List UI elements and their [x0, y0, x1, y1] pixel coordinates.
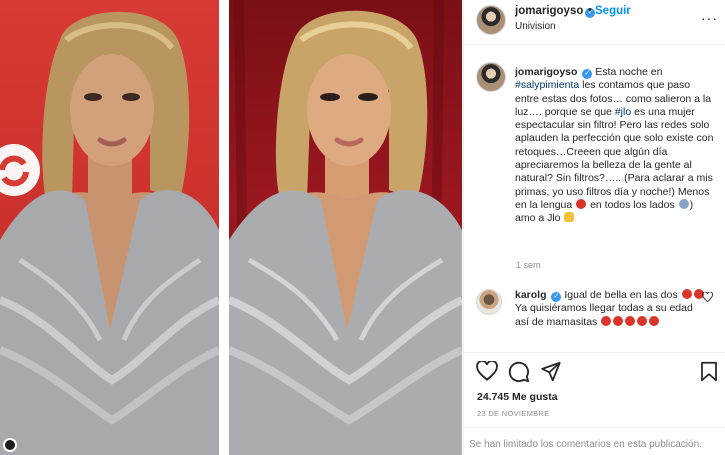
- caption-text: en todos los lados: [590, 198, 675, 211]
- comments-limited-text: Se han limitado los comentarios en esta …: [469, 439, 702, 450]
- verified-badge-icon: ✓: [551, 292, 562, 302]
- like-heart-icon[interactable]: [476, 361, 498, 381]
- commenter-avatar[interactable]: [476, 289, 502, 315]
- photo-before-illustration: [0, 11, 219, 455]
- post-date[interactable]: 23 DE NOVIEMBRE: [477, 409, 549, 418]
- photo-before: [0, 0, 219, 455]
- location-link[interactable]: Univision: [515, 21, 556, 32]
- comment-item: karolg ✓ Igual de bella en las dos Ya qu…: [515, 289, 705, 329]
- angry-face-emoji-icon: [613, 315, 624, 326]
- angry-face-emoji-icon: [625, 315, 636, 326]
- caption-text: amo a Jlo: [515, 212, 561, 225]
- caption-username[interactable]: jomarigoyso: [515, 66, 577, 78]
- post-photo-area: [0, 0, 462, 455]
- more-options-icon[interactable]: ···: [701, 10, 718, 26]
- carousel-indicator: [3, 438, 17, 452]
- post-caption: jomarigoyso ✓ Esta noche en #salypimient…: [515, 66, 714, 225]
- header-username[interactable]: jomarigoyso ✓: [515, 5, 596, 18]
- comment-username[interactable]: karolg: [515, 289, 547, 301]
- caption-avatar[interactable]: [476, 62, 506, 92]
- comment-text: Igual de bella en las dos: [564, 289, 678, 301]
- likes-count[interactable]: 24.745 Me gusta: [477, 391, 558, 403]
- praying-hands-emoji-icon: [564, 212, 575, 223]
- post-side-panel: jomarigoyso ✓ • Seguir Univision ··· joma…: [463, 0, 725, 455]
- follow-button[interactable]: Seguir: [595, 5, 631, 17]
- comment-icon[interactable]: [508, 361, 530, 383]
- separator-dot: •: [588, 4, 592, 16]
- avatar[interactable]: [476, 5, 506, 35]
- tongue-emoji-icon: [576, 198, 587, 209]
- caption-timestamp[interactable]: 1 sem: [516, 260, 541, 270]
- caption-text: Esta noche en: [595, 66, 663, 78]
- hashtag-link[interactable]: #salypimienta: [515, 79, 579, 91]
- hashtag-link[interactable]: #jlo: [615, 106, 631, 118]
- heart-emoji-icon: [681, 289, 692, 299]
- caption-text: es una mujer espectacular sin filtro! Pe…: [515, 105, 714, 211]
- verified-badge-icon: ✓: [582, 69, 593, 79]
- photo-after-illustration: [229, 0, 462, 455]
- emoji-icon: [678, 198, 689, 209]
- actions-divider: [464, 352, 725, 353]
- angry-face-emoji-icon: [601, 315, 612, 326]
- comment-like-heart-icon[interactable]: [702, 292, 713, 302]
- angry-face-emoji-icon: [637, 315, 648, 326]
- photo-after: [229, 0, 462, 455]
- comments-limited-notice: Se han limitado los comentarios en esta …: [464, 427, 725, 455]
- post-header: jomarigoyso ✓ • Seguir Univision ···: [464, 0, 725, 45]
- angry-face-emoji-icon: [649, 315, 660, 326]
- save-bookmark-icon[interactable]: [700, 361, 718, 382]
- share-paper-plane-icon[interactable]: [540, 361, 562, 382]
